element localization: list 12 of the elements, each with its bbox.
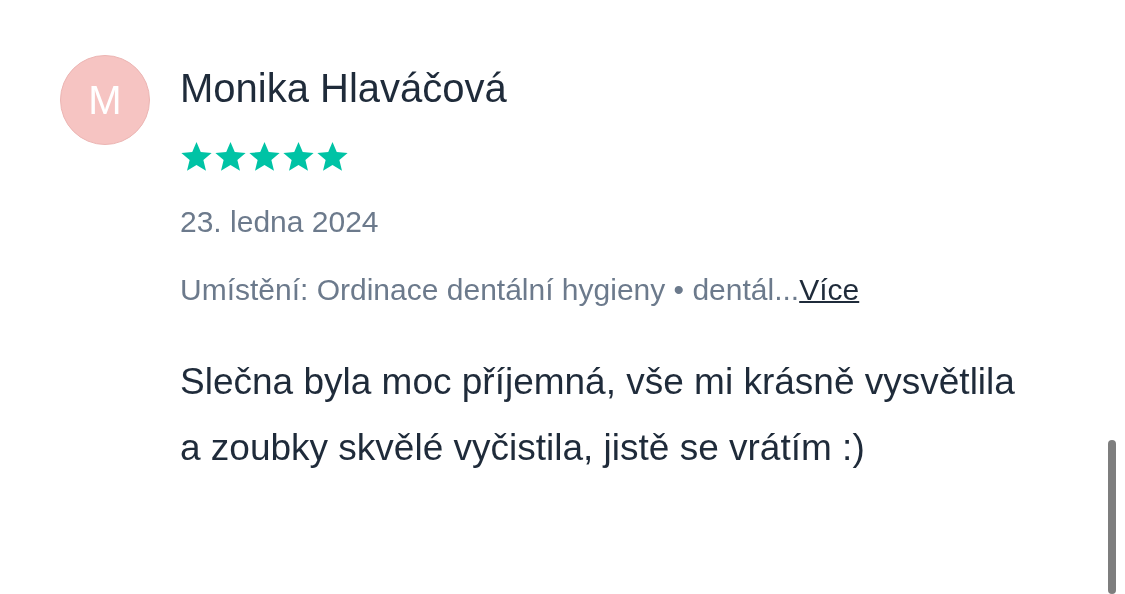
review-date: 23. ledna 2024 [180, 204, 379, 240]
star-icon [180, 140, 213, 173]
scrollbar[interactable] [1108, 440, 1116, 594]
review-text: Slečna byla moc příjemná, vše mi krásně vysvětlila a zoubky skvělé vyčistila, jistě se vrátím :) [180, 360, 1016, 470]
star-icon [316, 140, 349, 173]
avatar: M [60, 55, 150, 145]
star-icon [282, 140, 315, 173]
star-icon [214, 140, 247, 173]
star-icon [248, 140, 281, 173]
more-link[interactable]: Více [799, 270, 860, 310]
location-text: Umístění: Ordinace dentální hygieny • dentál... [180, 272, 800, 308]
author-name: Monika Hlaváčová [180, 65, 507, 112]
